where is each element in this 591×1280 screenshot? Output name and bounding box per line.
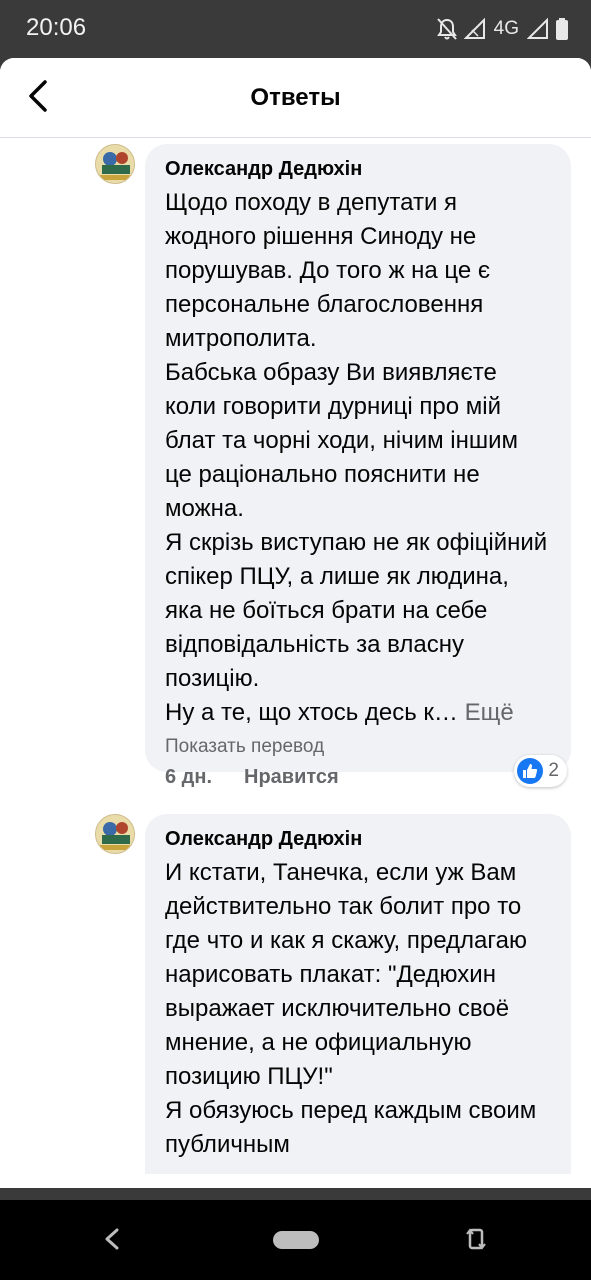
signal-icon [527,18,549,40]
home-pill-icon[interactable] [272,1230,320,1255]
see-translation-link[interactable]: Показать перевод [165,734,551,760]
comment-text: И кстати, Танечка, если уж Вам действите… [165,859,537,1158]
comment-actions: 6 дн. Нравится [165,766,339,789]
rotate-icon[interactable] [465,1226,487,1257]
status-icons: 4G [436,14,569,44]
reaction-summary[interactable]: 2 [514,755,567,787]
nav-separator [0,1188,591,1200]
back-triangle-icon[interactable] [104,1228,120,1255]
signal-icon [463,18,486,40]
comment-bubble: Олександр Дедюхін И кстати, Танечка, есл… [145,814,571,1174]
comment-author[interactable]: Олександр Дедюхін [165,826,551,852]
battery-icon [555,17,569,41]
like-button[interactable]: Нравится [244,766,339,789]
thumbs-up-icon [517,758,544,784]
network-type: 4G [493,18,519,39]
replies-sheet: Ответы Олександр Дедюхін Щодо походу в д… [0,58,591,1188]
status-time: 20:06 [26,14,87,41]
page-title: Ответы [250,84,341,111]
reaction-count: 2 [548,760,559,781]
comment-text-body: Щодо походу в депутати я жодного рішення… [165,189,548,726]
system-nav-bar [0,1200,591,1280]
app-header: Ответы [0,58,591,138]
status-bar: 20:06 4G [0,0,591,58]
comment-timestamp[interactable]: 6 дн. [165,766,212,789]
comments-list: Олександр Дедюхін Щодо походу в депутати… [0,139,591,1188]
see-more-link[interactable]: Ещё [465,699,514,726]
comment-bubble: Олександр Дедюхін Щодо походу в депутати… [145,144,571,772]
avatar[interactable] [95,814,135,854]
comment-author[interactable]: Олександр Дедюхін [165,156,551,182]
bell-off-icon [436,17,458,41]
comment-text: Щодо походу в депутати я жодного рішення… [165,186,551,730]
avatar[interactable] [95,144,135,184]
